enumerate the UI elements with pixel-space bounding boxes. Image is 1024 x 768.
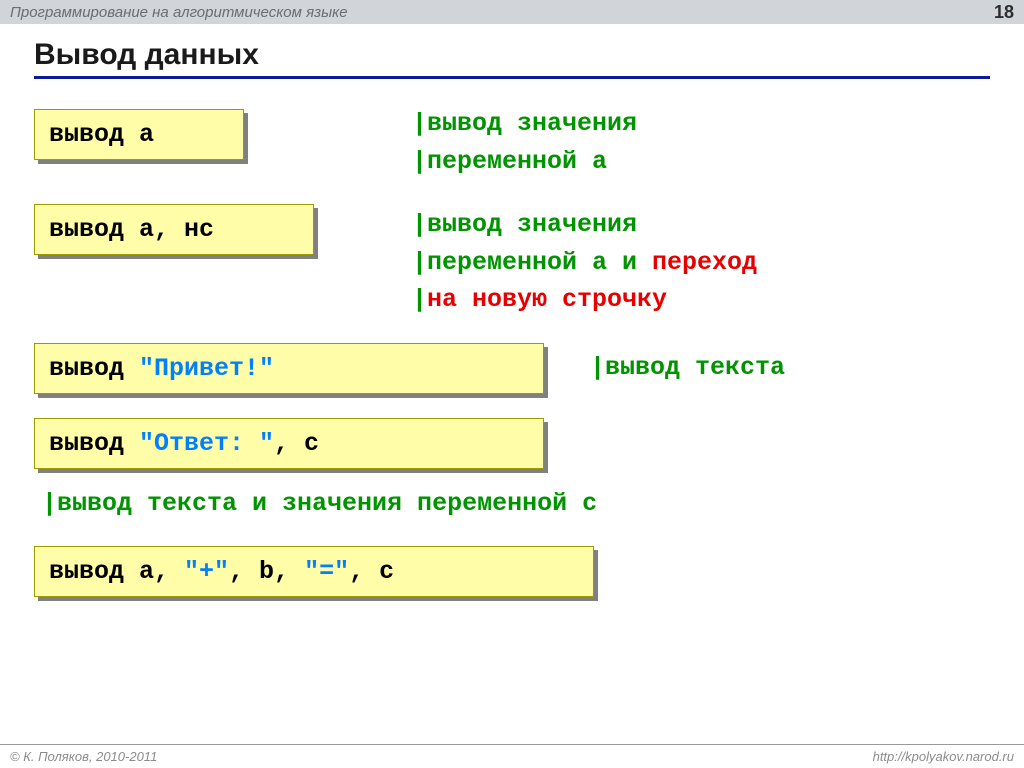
row-output-abc: вывод a, "+", b, "=", c (34, 546, 990, 597)
footer: © К. Поляков, 2010-2011 http://kpolyakov… (0, 744, 1024, 768)
code-box: вывод "Ответ: ", c (34, 418, 544, 469)
code-box: вывод a, "+", b, "=", c (34, 546, 594, 597)
annotation: |вывод значения |переменной a и переход … (412, 206, 757, 319)
row-output-answer: вывод "Ответ: ", c |вывод текста и значе… (34, 418, 990, 523)
annotation: |вывод текста (590, 349, 785, 387)
header-title: Программирование на алгоритмическом язык… (10, 4, 348, 21)
header-bar: Программирование на алгоритмическом язык… (0, 0, 1024, 24)
annot-line: |переменной a и переход (412, 244, 757, 282)
row-output-hello: вывод "Привет!" |вывод текста (34, 343, 990, 394)
annot-line: |на новую строчку (412, 281, 757, 319)
annot-line: |вывод значения (412, 206, 757, 244)
annot-line: |вывод текста и значения переменной c (42, 485, 597, 523)
code-box: вывод a (34, 109, 244, 160)
row-output-a: вывод a |вывод значения |переменной a (34, 109, 990, 180)
row-output-a-nc: вывод a, нс |вывод значения |переменной … (34, 204, 990, 319)
slide-title: Вывод данных (34, 38, 1024, 72)
annotation: |вывод значения |переменной a (412, 105, 637, 180)
code-box: вывод a, нс (34, 204, 314, 255)
code-box: вывод "Привет!" (34, 343, 544, 394)
annot-line: |вывод значения (412, 105, 637, 143)
annotation: |вывод текста и значения переменной c (42, 485, 597, 523)
footer-right: http://kpolyakov.narod.ru (873, 749, 1014, 764)
annot-line: |вывод текста (590, 349, 785, 387)
annot-line: |переменной a (412, 143, 637, 181)
page-number: 18 (994, 2, 1014, 23)
content: вывод a |вывод значения |переменной a вы… (34, 109, 990, 597)
footer-left: © К. Поляков, 2010-2011 (10, 749, 157, 764)
title-underline (34, 76, 990, 79)
